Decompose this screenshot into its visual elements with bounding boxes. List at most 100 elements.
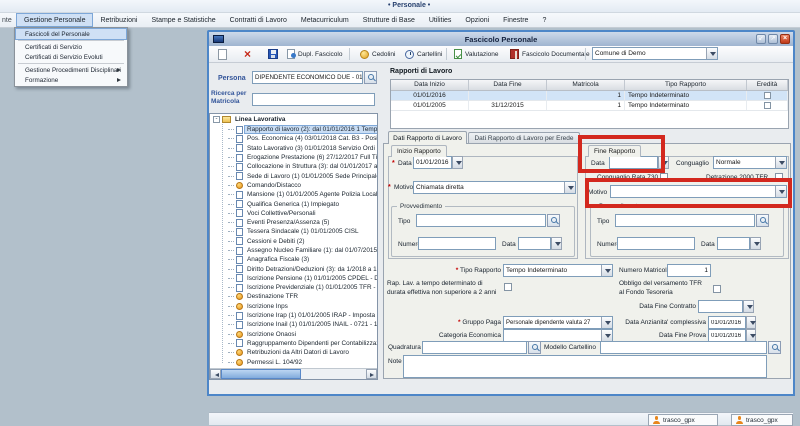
persona-select[interactable]: DIPENDENTE ECONOMICO DUE - 01/0	[252, 71, 363, 84]
eredita-checkbox[interactable]	[764, 102, 771, 109]
provvedimento-fine-data-dropdown[interactable]	[750, 237, 761, 250]
col-data-inizio[interactable]: Data Inizio	[391, 80, 469, 90]
restore-window-icon[interactable]: ↙	[756, 34, 766, 44]
provvedimento-tipo-search-button[interactable]	[547, 214, 560, 227]
modello-cartellino-search-button[interactable]	[768, 341, 781, 354]
provvedimento-data-dropdown[interactable]	[551, 237, 562, 250]
tree-item[interactable]: Comando/Distacco	[210, 181, 377, 190]
tree-item[interactable]: Iscrizione Previdenziale (1) 01/01/2005 …	[210, 283, 377, 292]
menu-item[interactable]: Certificati di Servizio Evoluti	[16, 52, 126, 62]
scrollbar-thumb[interactable]	[221, 369, 301, 379]
close-window-icon[interactable]: ×	[780, 34, 790, 44]
motivo-fine-select[interactable]	[610, 185, 787, 198]
conguaglio-select[interactable]: Normale	[713, 156, 787, 169]
provvedimento-data-input[interactable]	[518, 237, 551, 250]
menubar-item[interactable]: Strutture di Base	[356, 13, 422, 27]
fascicolo-documentale-button[interactable]: Fascicolo Documentale	[508, 47, 592, 61]
tipo-rapporto-select[interactable]: Tempo Indeterminato	[503, 264, 613, 277]
gruppo-paga-select[interactable]: Personale dipendente valuta 27	[503, 316, 613, 329]
tree-item[interactable]: Cessioni e Debiti (2)	[210, 237, 377, 246]
tree-item[interactable]: Rapporto di lavoro (2): dal 01/01/2016 1…	[210, 125, 377, 134]
provvedimento-fine-tipo-search-button[interactable]	[756, 214, 769, 227]
modello-cartellino-input[interactable]	[600, 341, 767, 354]
tree-item[interactable]: Voci Collettive/Personali	[210, 209, 377, 218]
detrazione-checkbox[interactable]	[775, 173, 783, 181]
provvedimento-fine-numero-input[interactable]	[617, 237, 695, 250]
tree-item[interactable]: Pos. Economica (4) 03/01/2018 Cat. B3 - …	[210, 134, 377, 143]
scroll-left-icon[interactable]	[210, 369, 221, 379]
col-eredita[interactable]: Eredità	[747, 80, 788, 90]
tree-item[interactable]: Iscrizione Irap (1) 01/01/2005 IRAP - Im…	[210, 311, 377, 320]
tree-item[interactable]: Raggruppamento Dipendenti per Contabiliz…	[210, 339, 377, 348]
tree-item[interactable]: Sede di Lavoro (1) 01/01/2005 Sede Princ…	[210, 171, 377, 180]
table-row[interactable]: 01/01/2005 31/12/2015 1 Tempo Indetermin…	[391, 101, 788, 111]
provvedimento-fine-tipo-input[interactable]	[615, 214, 755, 227]
tree-item[interactable]: Iscrizione Inps	[210, 302, 377, 311]
tree-item[interactable]: Eventi Presenza/Assenza (5)	[210, 218, 377, 227]
chevron-down-icon[interactable]	[775, 186, 786, 197]
menubar-item[interactable]: Gestione Personale	[16, 13, 93, 27]
menu-item[interactable]: Certificati di Servizio	[16, 42, 126, 52]
tree-item[interactable]: Anagrafica Fiscale (3)	[210, 255, 377, 264]
dupl-fascicolo-button[interactable]: Dupl. Fascicolo	[285, 47, 344, 61]
tree-item[interactable]: Retribuzioni da Altri Datori di Lavoro	[210, 348, 377, 357]
data-fine-contratto-input[interactable]	[698, 300, 743, 313]
menubar-item[interactable]: Retribuzioni	[93, 13, 144, 27]
tab-dati-rapporto[interactable]: Dati Rapporto di Lavoro	[388, 131, 467, 144]
col-data-fine[interactable]: Data Fine	[469, 80, 547, 90]
col-tipo-rapporto[interactable]: Tipo Rapporto	[625, 80, 747, 90]
tree-item[interactable]: Destinazione TFR	[210, 292, 377, 301]
tree-item[interactable]: Permessi L. 104/92	[210, 357, 377, 366]
tree-item[interactable]: Iscrizione Inail (1) 01/01/2005 INAIL - …	[210, 320, 377, 329]
motivo-inizio-select[interactable]: Chiamata diretta	[413, 181, 576, 194]
conguaglio-rata-checkbox[interactable]	[660, 173, 668, 181]
data-anzianita-input[interactable]	[708, 316, 746, 329]
status-tab-trasco-1[interactable]: trasco_gpx	[648, 414, 718, 426]
provvedimento-numero-input[interactable]	[418, 237, 496, 250]
scroll-right-icon[interactable]	[366, 369, 377, 379]
menu-item[interactable]: Formazione	[16, 75, 126, 85]
titlebar[interactable]: Fascicolo Personale ↙ ↗ ×	[209, 32, 793, 46]
rap-lav-checkbox[interactable]	[504, 283, 512, 291]
tree-root[interactable]: - Linea Lavorativa	[210, 114, 377, 125]
menubar-item[interactable]: Stampe e Statistiche	[144, 13, 222, 27]
chevron-down-icon[interactable]	[601, 317, 612, 328]
menubar-item[interactable]: Utilities	[422, 13, 459, 27]
quadratura-input[interactable]	[422, 341, 527, 354]
maximize-window-icon[interactable]: ↗	[768, 34, 778, 44]
tree-item[interactable]: Collocazione in Struttura (3): dal 01/01…	[210, 162, 377, 171]
new-record-button[interactable]	[216, 47, 229, 61]
data-anzianita-dropdown[interactable]	[746, 316, 756, 329]
tree-item[interactable]: Erogazione Prestazione (6) 27/12/2017 Fu…	[210, 153, 377, 162]
obbligo-tfr-checkbox[interactable]	[713, 285, 721, 293]
valutazione-button[interactable]: Valutazione	[452, 47, 501, 61]
menubar-item[interactable]: Contratti di Lavoro	[223, 13, 294, 27]
save-button[interactable]	[266, 47, 280, 61]
menubar-item[interactable]: Finestre	[496, 13, 535, 27]
data-fine-input[interactable]	[609, 156, 658, 169]
menubar-item[interactable]: Opzioni	[458, 13, 496, 27]
tree-item[interactable]: Stato Lavorativo (3) 01/01/2018 Servizio…	[210, 144, 377, 153]
chevron-down-icon[interactable]	[775, 157, 786, 168]
tree-item[interactable]: Qualifica Generica (1) Impiegato	[210, 199, 377, 208]
chevron-down-icon[interactable]	[601, 330, 612, 341]
chevron-down-icon[interactable]	[564, 182, 575, 193]
eredita-checkbox[interactable]	[764, 92, 771, 99]
chevron-down-icon[interactable]	[601, 265, 612, 276]
menubar-item[interactable]: Metacurriculum	[294, 13, 356, 27]
tree-item[interactable]: Mansione (1) 01/01/2005 Agente Polizia L…	[210, 190, 377, 199]
data-fine-contratto-dropdown[interactable]	[743, 300, 754, 313]
provvedimento-tipo-input[interactable]	[416, 214, 546, 227]
menu-item[interactable]: Fascicoli del Personale	[16, 29, 126, 39]
cartellini-button[interactable]: Cartellini	[403, 47, 444, 61]
data-inizio-calendar-dropdown[interactable]	[452, 156, 463, 169]
note-textarea[interactable]	[403, 355, 767, 378]
numero-matricola-input[interactable]	[667, 264, 711, 277]
tree-item[interactable]: Assegno Nucleo Familiare (1): dal 01/07/…	[210, 246, 377, 255]
persona-search-button[interactable]	[364, 71, 377, 84]
tree-horizontal-scrollbar[interactable]	[210, 368, 377, 379]
ente-select[interactable]: Comune di Demo	[592, 47, 718, 60]
menubar-item[interactable]: ?	[535, 13, 553, 27]
delete-button[interactable]: ×	[242, 47, 253, 61]
menu-item[interactable]: Gestione Procedimenti Disciplinari	[16, 65, 126, 75]
